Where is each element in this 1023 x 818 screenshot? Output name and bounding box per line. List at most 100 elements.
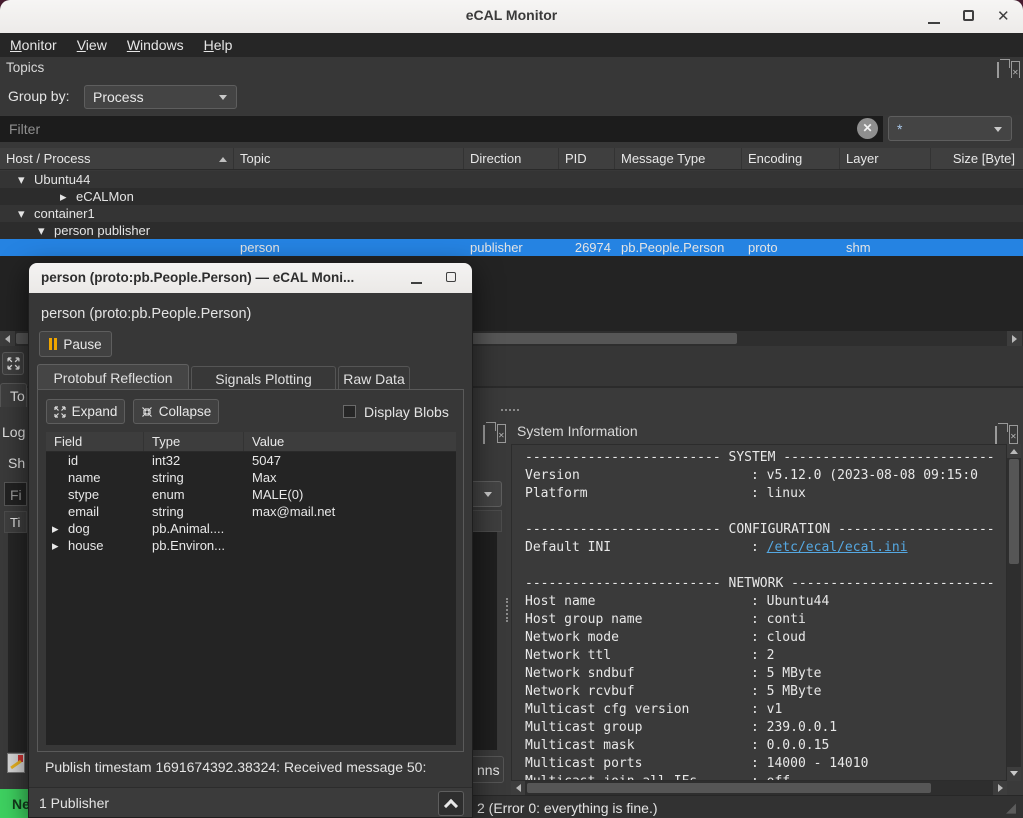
pause-button[interactable]: Pause [39,331,112,357]
sysinfo-key: Default INI [525,540,751,555]
minimize-icon[interactable] [411,282,422,284]
clear-filter-icon[interactable]: ✕ [857,118,878,139]
cell-message-type: pb.People.Person [621,240,724,255]
menu-windows[interactable]: Windows [117,34,194,56]
field-row[interactable]: namestringMax [46,469,456,486]
field-row[interactable]: ▸housepb.Environ... [46,537,456,554]
column-type[interactable]: Type [144,432,244,451]
default-ini-link[interactable]: /etc/ecal/ecal.ini [767,540,908,555]
scroll-right-icon[interactable] [993,781,1007,795]
host-group-row[interactable]: ▾container1 [0,205,1023,222]
pause-icon [49,338,57,350]
column-field[interactable]: Field [46,432,144,451]
sysinfo-line: Multicast mask: 0.0.0.15 [525,738,995,756]
column-message-type[interactable]: Message Type [615,148,742,169]
host-group-row[interactable]: ▾Ubuntu44 [0,171,1023,188]
column-size[interactable]: Size [Byte] [931,148,1023,169]
columns-button-fragment[interactable]: nns [470,756,504,783]
cell-field: dog [68,521,90,536]
hidden-combobox-fragment[interactable] [472,481,502,507]
dialog-titlebar[interactable]: person (proto:pb.People.Person) — eCAL M… [29,263,473,293]
column-pid[interactable]: PID [559,148,615,169]
sysinfo-line: Multicast group: 239.0.0.1 [525,720,995,738]
hidden-tab-fragment[interactable]: To [0,383,27,407]
minimize-icon[interactable] [928,22,940,24]
display-blobs-checkbox[interactable] [343,405,356,418]
column-topic[interactable]: Topic [234,148,464,169]
field-row[interactable]: ▸dogpb.Animal.... [46,520,456,537]
scroll-right-icon[interactable] [1007,331,1022,346]
tree-collapsed-icon[interactable]: ▸ [60,189,67,205]
cell-value: 5047 [252,453,281,468]
sysinfo-key: Multicast join all IFs [525,774,751,781]
menu-view[interactable]: View [67,34,117,56]
system-info-panel: ------------------------- SYSTEM -------… [511,444,1007,781]
float-dock-icon[interactable] [995,427,997,445]
dialog-topic-label: person (proto:pb.People.Person) [41,306,251,322]
column-host-process[interactable]: Host / Process [0,148,234,169]
sysinfo-key: Network rcvbuf [525,684,751,699]
sysinfo-line: Network rcvbuf: 5 MByte [525,684,995,702]
close-dock-icon[interactable] [497,425,506,443]
cell-type: string [152,504,184,519]
resize-grip[interactable]: ◢ [1006,800,1016,816]
column-value[interactable]: Value [244,432,456,451]
maximize-icon[interactable] [963,10,974,21]
sysinfo-value: 5 MByte [767,684,822,699]
tab-signals-plotting[interactable]: Signals Plotting [191,366,336,390]
hidden-expand-button-fragment[interactable] [2,352,24,375]
float-dock-icon[interactable] [483,426,485,444]
column-encoding[interactable]: Encoding [742,148,840,169]
tree-expanded-icon[interactable]: ▾ [18,206,25,222]
scrollbar-thumb[interactable] [1009,459,1019,564]
menu-bar: Monitor View Windows Help [0,33,1023,57]
menu-help[interactable]: Help [194,34,243,56]
sysinfo-value: 5 MByte [767,666,822,681]
tree-expanded-icon[interactable]: ▾ [38,223,45,239]
cell-field: name [68,470,101,485]
hidden-filter-input-fragment[interactable]: Fi [4,482,27,506]
expand-button[interactable]: Expand [46,399,125,424]
column-layer[interactable]: Layer [840,148,931,169]
close-dock-icon[interactable] [1009,426,1018,444]
filter-preset-combobox[interactable]: * [888,116,1012,141]
field-row[interactable]: emailstringmax@mail.net [46,503,456,520]
sysinfo-key: Multicast ports [525,756,751,771]
cell-field: id [68,453,78,468]
close-icon[interactable]: ✕ [997,7,1010,25]
scrollbar-thumb[interactable] [527,783,931,793]
tree-expanded-icon[interactable]: ▾ [18,172,25,188]
cell-field: house [68,538,103,553]
scroll-down-icon[interactable] [1007,767,1021,781]
tab-raw-data[interactable]: Raw Data [338,366,410,390]
filter-input[interactable]: Filter ✕ [0,116,883,142]
topic-row[interactable]: personpublisher26974pb.People.Personprot… [0,239,1023,256]
column-direction[interactable]: Direction [464,148,559,169]
groupby-combobox[interactable]: Process [84,85,237,109]
sysinfo-value: v1 [767,702,783,717]
dock-drag-handle[interactable] [501,409,519,411]
scroll-left-icon[interactable] [0,331,15,346]
host-group-row[interactable]: ▸eCALMon [0,188,1023,205]
field-row[interactable]: idint325047 [46,452,456,469]
host-process-label: person publisher [54,223,150,238]
tree-collapsed-icon[interactable]: ▸ [52,521,59,537]
tree-collapsed-icon[interactable]: ▸ [52,538,59,554]
sysinfo-value: cloud [767,630,806,645]
collapse-button[interactable]: Collapse [133,399,219,424]
window-titlebar[interactable]: eCAL Monitor ✕ [0,0,1023,33]
host-group-row[interactable]: ▾ person publisher [0,222,1023,239]
splitter-handle[interactable] [506,598,508,622]
sysinfo-vscrollbar[interactable] [1007,444,1021,781]
save-icon[interactable] [7,753,25,773]
scroll-up-icon[interactable] [1007,444,1021,458]
tab-protobuf-reflection[interactable]: Protobuf Reflection [37,364,189,390]
maximize-icon[interactable] [446,272,456,282]
sysinfo-line: Multicast join all IFs: off [525,774,995,781]
field-row[interactable]: stypeenumMALE(0) [46,486,456,503]
scroll-left-icon[interactable] [511,781,525,795]
collapse-footer-button[interactable] [438,791,464,816]
sysinfo-hscrollbar[interactable] [511,781,1007,795]
menu-monitor[interactable]: Monitor [0,34,67,56]
cell-value: Max [252,470,277,485]
